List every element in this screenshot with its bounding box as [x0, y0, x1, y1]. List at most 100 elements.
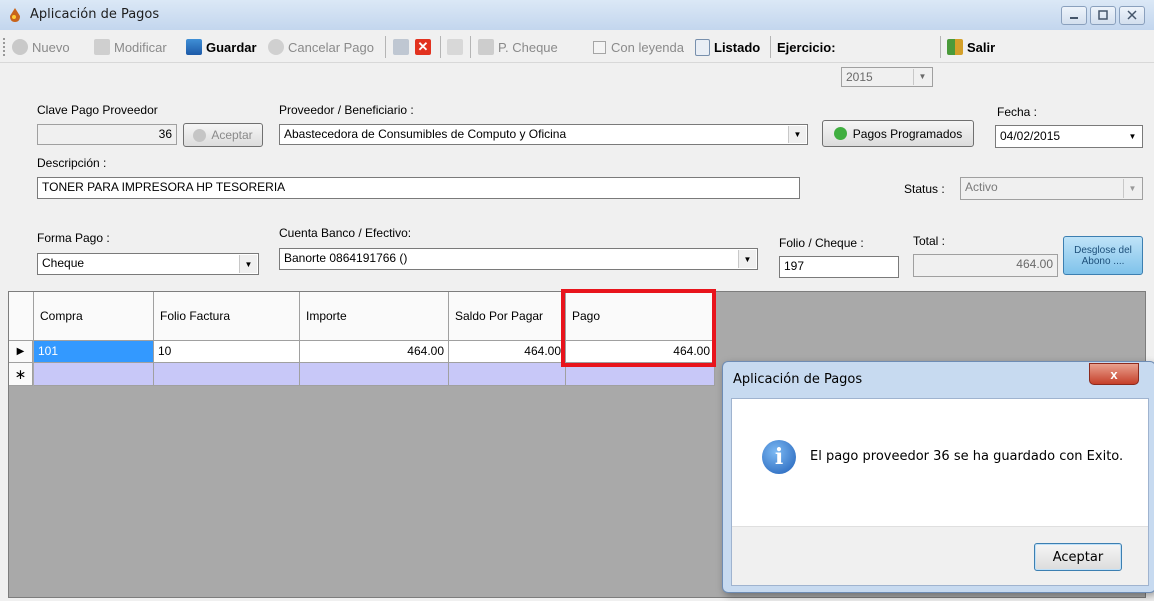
grid-corner: [9, 292, 34, 341]
exit-door-icon: [947, 39, 963, 55]
dialog-footer: Aceptar: [732, 526, 1148, 585]
status-value: Activo: [965, 180, 998, 194]
toolbar-separator: [470, 36, 471, 58]
row-selector-current[interactable]: ▶: [9, 341, 33, 363]
new-row-cell-saldo[interactable]: [449, 363, 566, 386]
p-cheque-label: P. Cheque: [498, 39, 558, 55]
toolbar-separator: [770, 36, 771, 58]
dialog-aceptar-button[interactable]: Aceptar: [1034, 543, 1122, 571]
title-bar: Aplicación de Pagos: [0, 0, 1154, 31]
add-circle-icon: [833, 127, 847, 140]
dialog-body: i El pago proveedor 36 se ha guardado co…: [731, 398, 1149, 586]
export-button[interactable]: [393, 38, 413, 56]
folio-field[interactable]: 197: [779, 256, 899, 278]
salir-label: Salir: [967, 39, 996, 55]
aceptar-clave-button[interactable]: Aceptar: [183, 123, 263, 147]
cell-importe[interactable]: 464.00: [300, 341, 449, 363]
toolbar-grip: [3, 38, 8, 56]
new-row-cell-importe[interactable]: [300, 363, 449, 386]
salir-button[interactable]: Salir: [947, 38, 995, 56]
forma-pago-label: Forma Pago :: [37, 231, 110, 245]
toolbar-separator: [385, 36, 386, 58]
cancel-icon: [268, 39, 284, 55]
listado-label: Listado: [714, 39, 761, 55]
column-header-compra[interactable]: Compra: [34, 292, 154, 341]
folio-label: Folio / Cheque :: [779, 236, 864, 250]
printer-icon: [478, 39, 494, 55]
nuevo-button[interactable]: Nuevo: [12, 38, 70, 56]
window-title: Aplicación de Pagos: [30, 7, 160, 22]
nuevo-label: Nuevo: [32, 39, 70, 55]
dialog-title: Aplicación de Pagos: [733, 372, 863, 387]
modificar-button[interactable]: Modificar: [94, 38, 167, 56]
cancelar-pago-label: Cancelar Pago: [288, 39, 374, 55]
proveedor-select[interactable]: Abastecedora de Consumibles de Computo y…: [279, 124, 808, 145]
total-field: 464.00: [913, 254, 1058, 277]
cell-saldo[interactable]: 464.00: [449, 341, 566, 363]
cuenta-value: Banorte 0864191766 (): [284, 251, 408, 265]
listado-button[interactable]: Listado: [695, 38, 760, 56]
delete-x-icon: ✕: [415, 39, 431, 55]
new-row-selector[interactable]: ∗: [9, 363, 33, 386]
fecha-picker[interactable]: 04/02/2015 ▼: [995, 125, 1143, 148]
column-header-importe[interactable]: Importe: [300, 292, 449, 341]
column-header-folio-factura[interactable]: Folio Factura: [154, 292, 300, 341]
toolbar-separator: [940, 36, 941, 58]
pagos-programados-label: Pagos Programados: [852, 126, 963, 141]
toolbar: Nuevo Modificar Guardar Cancelar Pago ✕ …: [0, 30, 1154, 87]
proveedor-value: Abastecedora de Consumibles de Computo y…: [284, 127, 567, 141]
con-leyenda-label: Con leyenda: [611, 39, 684, 55]
con-leyenda-checkbox[interactable]: Con leyenda: [593, 38, 684, 56]
fecha-label: Fecha :: [997, 105, 1038, 119]
edit-icon: [94, 39, 110, 55]
desglose-abono-button[interactable]: Desglose del Abono ....: [1063, 236, 1143, 275]
pagos-programados-button[interactable]: Pagos Programados: [822, 120, 974, 147]
new-row-cell-compra[interactable]: [34, 363, 154, 386]
app-icon: [8, 7, 22, 23]
cuenta-select[interactable]: Banorte 0864191766 () ▼: [279, 248, 758, 270]
status-select[interactable]: Activo ▼: [960, 177, 1143, 200]
close-icon: x: [1110, 366, 1118, 382]
ejercicio-label: Ejercicio:: [777, 39, 836, 55]
modificar-label: Modificar: [114, 39, 167, 55]
lock-button[interactable]: [447, 38, 467, 56]
chevron-down-icon: ▼: [913, 69, 931, 85]
lock-icon: [447, 39, 463, 55]
print-cheque-button[interactable]: P. Cheque: [478, 38, 558, 56]
clave-label: Clave Pago Proveedor: [37, 103, 158, 117]
check-icon: [193, 128, 207, 142]
cancelar-pago-button[interactable]: Cancelar Pago: [268, 38, 374, 56]
delete-button[interactable]: ✕: [415, 38, 435, 56]
dialog-close-button[interactable]: x: [1089, 363, 1139, 385]
column-header-saldo[interactable]: Saldo Por Pagar: [449, 292, 566, 341]
document-icon: [695, 38, 710, 56]
export-icon: [393, 39, 409, 55]
message-dialog: Aplicación de Pagos x i El pago proveedo…: [722, 361, 1154, 593]
chevron-down-icon: ▼: [738, 250, 756, 268]
chevron-down-icon: ▼: [1124, 127, 1141, 146]
forma-pago-value: Cheque: [42, 256, 85, 270]
toolbar-separator: [440, 36, 441, 58]
chevron-down-icon: ▼: [788, 126, 806, 143]
descripcion-field[interactable]: TONER PARA IMPRESORA HP TESORERIA: [37, 177, 800, 199]
cell-folio-factura[interactable]: 10: [154, 341, 300, 363]
minimize-button[interactable]: [1061, 6, 1087, 25]
dialog-message: El pago proveedor 36 se ha guardado con …: [810, 449, 1124, 464]
close-window-button[interactable]: [1119, 6, 1145, 25]
clave-field[interactable]: 36: [37, 124, 177, 145]
aceptar-clave-label: Aceptar: [211, 128, 253, 142]
add-icon: [12, 39, 28, 55]
ejercicio-value: 2015: [846, 70, 873, 84]
guardar-label: Guardar: [206, 39, 257, 55]
cell-compra[interactable]: 101: [34, 341, 154, 363]
guardar-button[interactable]: Guardar: [186, 38, 257, 56]
total-label: Total :: [913, 234, 946, 248]
descripcion-label: Descripción :: [37, 156, 107, 170]
forma-pago-select[interactable]: Cheque ▼: [37, 253, 259, 275]
fecha-value: 04/02/2015: [1000, 129, 1061, 143]
ejercicio-select[interactable]: 2015 ▼: [841, 67, 933, 87]
maximize-button[interactable]: [1090, 6, 1116, 25]
pago-column-highlight: [561, 289, 716, 367]
chevron-down-icon: ▼: [1123, 179, 1141, 198]
new-row-cell-folio-factura[interactable]: [154, 363, 300, 386]
